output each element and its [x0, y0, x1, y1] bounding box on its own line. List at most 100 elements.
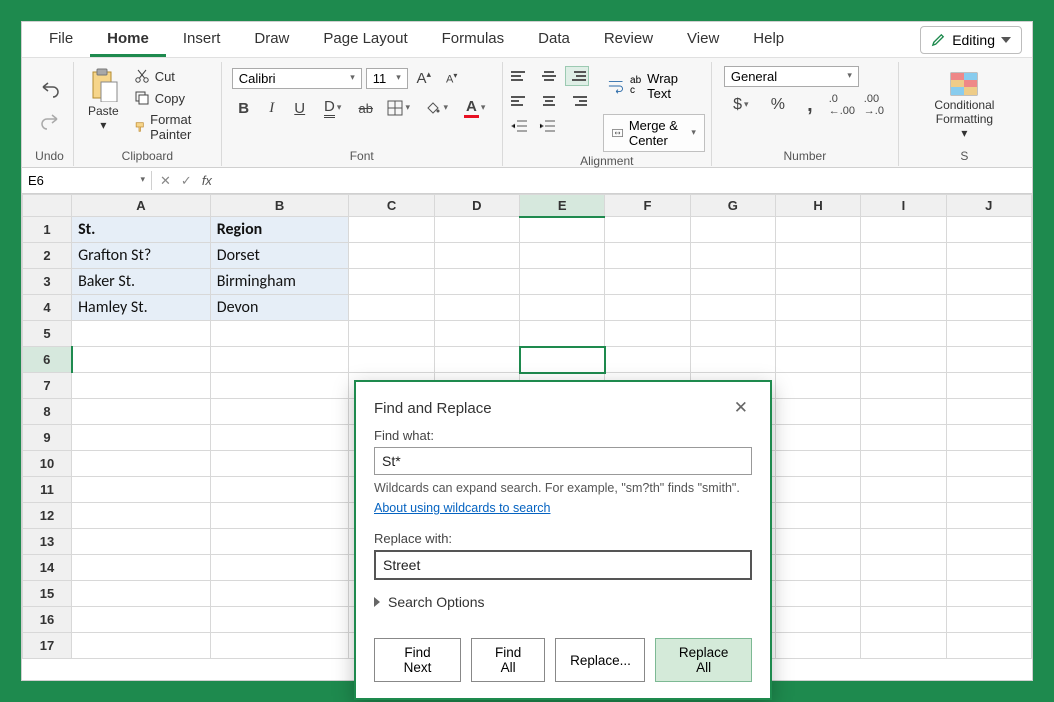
cell-I15[interactable] — [861, 581, 946, 607]
cell-H10[interactable] — [775, 451, 860, 477]
underline-button[interactable]: U — [288, 96, 312, 120]
cell-B1[interactable]: Region — [210, 217, 349, 243]
cell-I8[interactable] — [861, 399, 946, 425]
cell-A10[interactable] — [72, 451, 211, 477]
fx-icon[interactable]: fx — [202, 173, 212, 188]
cell-B11[interactable] — [210, 477, 349, 503]
cell-A1[interactable]: St. — [72, 217, 211, 243]
cell-B9[interactable] — [210, 425, 349, 451]
row-header-6[interactable]: 6 — [23, 347, 72, 373]
cell-D3[interactable] — [434, 269, 519, 295]
cell-F6[interactable] — [605, 347, 690, 373]
align-bottom-button[interactable] — [565, 66, 589, 86]
format-painter-button[interactable]: Format Painter — [131, 110, 215, 144]
tab-home[interactable]: Home — [90, 22, 166, 57]
cell-H8[interactable] — [775, 399, 860, 425]
number-format-combo[interactable]: General ▾ — [724, 66, 859, 87]
decrease-font-button[interactable]: A▾ — [440, 66, 464, 90]
cell-A15[interactable] — [72, 581, 211, 607]
fill-color-button[interactable]: ▾ — [420, 96, 454, 120]
cell-D5[interactable] — [434, 321, 519, 347]
cell-J7[interactable] — [946, 373, 1031, 399]
column-header-E[interactable]: E — [520, 195, 605, 217]
row-header-2[interactable]: 2 — [23, 243, 72, 269]
wildcard-help-link[interactable]: About using wildcards to search — [374, 501, 752, 515]
row-header-16[interactable]: 16 — [23, 607, 72, 633]
cell-A13[interactable] — [72, 529, 211, 555]
cell-B10[interactable] — [210, 451, 349, 477]
font-size-combo[interactable]: 11 ▾ — [366, 68, 408, 89]
find-all-button[interactable]: Find All — [471, 638, 545, 682]
cell-B5[interactable] — [210, 321, 349, 347]
cell-A3[interactable]: Baker St. — [72, 269, 211, 295]
formula-input[interactable] — [220, 179, 1032, 183]
cell-A14[interactable] — [72, 555, 211, 581]
cell-J15[interactable] — [946, 581, 1031, 607]
decrease-indent-button[interactable] — [509, 116, 533, 136]
font-color-button[interactable]: A ▾ — [458, 96, 492, 120]
cell-H4[interactable] — [775, 295, 860, 321]
column-header-I[interactable]: I — [861, 195, 946, 217]
cell-A6[interactable] — [72, 347, 211, 373]
cell-J13[interactable] — [946, 529, 1031, 555]
align-middle-button[interactable] — [537, 66, 561, 86]
row-header-9[interactable]: 9 — [23, 425, 72, 451]
cell-F5[interactable] — [605, 321, 690, 347]
cell-C6[interactable] — [349, 347, 434, 373]
cell-H16[interactable] — [775, 607, 860, 633]
cell-B8[interactable] — [210, 399, 349, 425]
cell-G4[interactable] — [690, 295, 775, 321]
cell-J1[interactable] — [946, 217, 1031, 243]
cell-A16[interactable] — [72, 607, 211, 633]
cell-E2[interactable] — [520, 243, 605, 269]
cell-I5[interactable] — [861, 321, 946, 347]
cell-D4[interactable] — [434, 295, 519, 321]
cell-C4[interactable] — [349, 295, 434, 321]
wrap-text-button[interactable]: abc Wrap Text — [603, 68, 705, 104]
tab-page-layout[interactable]: Page Layout — [306, 22, 424, 57]
row-header-3[interactable]: 3 — [23, 269, 72, 295]
cell-G2[interactable] — [690, 243, 775, 269]
tab-insert[interactable]: Insert — [166, 22, 238, 57]
tab-review[interactable]: Review — [587, 22, 670, 57]
cell-E1[interactable] — [520, 217, 605, 243]
cell-C1[interactable] — [349, 217, 434, 243]
cell-B15[interactable] — [210, 581, 349, 607]
cell-I17[interactable] — [861, 633, 946, 659]
undo-button[interactable] — [38, 78, 62, 102]
cell-J12[interactable] — [946, 503, 1031, 529]
cell-H12[interactable] — [775, 503, 860, 529]
cell-F4[interactable] — [605, 295, 690, 321]
cell-D2[interactable] — [434, 243, 519, 269]
cell-I16[interactable] — [861, 607, 946, 633]
row-header-14[interactable]: 14 — [23, 555, 72, 581]
cell-B12[interactable] — [210, 503, 349, 529]
bold-button[interactable]: B — [232, 96, 256, 120]
cell-F3[interactable] — [605, 269, 690, 295]
cell-D1[interactable] — [434, 217, 519, 243]
select-all-corner[interactable] — [23, 195, 72, 217]
cell-B7[interactable] — [210, 373, 349, 399]
conditional-formatting-button[interactable]: Conditional Formatting ▾ — [909, 67, 1020, 143]
cell-A12[interactable] — [72, 503, 211, 529]
cell-I1[interactable] — [861, 217, 946, 243]
increase-font-button[interactable]: A▴ — [412, 66, 436, 90]
cell-G1[interactable] — [690, 217, 775, 243]
column-header-B[interactable]: B — [210, 195, 349, 217]
cell-B2[interactable]: Dorset — [210, 243, 349, 269]
find-what-input[interactable] — [374, 447, 752, 475]
cell-H6[interactable] — [775, 347, 860, 373]
row-header-17[interactable]: 17 — [23, 633, 72, 659]
cell-H15[interactable] — [775, 581, 860, 607]
cell-A11[interactable] — [72, 477, 211, 503]
cell-J16[interactable] — [946, 607, 1031, 633]
cell-C2[interactable] — [349, 243, 434, 269]
cell-J4[interactable] — [946, 295, 1031, 321]
align-center-button[interactable] — [537, 91, 561, 111]
cell-H5[interactable] — [775, 321, 860, 347]
column-header-G[interactable]: G — [690, 195, 775, 217]
cell-B17[interactable] — [210, 633, 349, 659]
find-next-button[interactable]: Find Next — [374, 638, 461, 682]
cell-J2[interactable] — [946, 243, 1031, 269]
paste-button[interactable]: Paste ▾ — [80, 64, 127, 136]
